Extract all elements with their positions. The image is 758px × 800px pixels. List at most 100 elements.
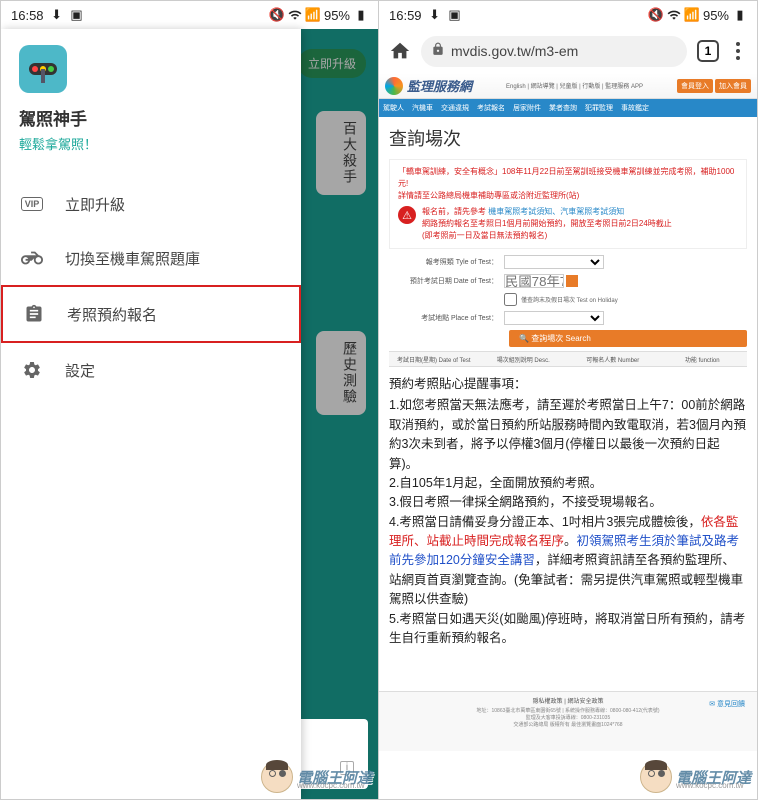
battery-icon: ▮ — [354, 8, 368, 22]
reminder-section: 預約考照貼心提醒事項： 1.如您考照當天無法應考，請至遲於考照當日上午7：00前… — [379, 367, 757, 656]
th-desc: 場次組別說明 Desc. — [479, 355, 569, 364]
menu-label: 考照預約報名 — [67, 304, 157, 325]
app-icon — [19, 45, 67, 93]
nav-item[interactable]: 事故鑑定 — [621, 103, 649, 113]
reminder-item: 2.自105年1月起，全面開放預約考照。 — [389, 474, 747, 493]
signal-icon: 📶 — [685, 8, 699, 22]
th-date: 考試日期(星期) Date of Test — [389, 355, 479, 364]
footer-links[interactable]: 隠私權政策 | 網站安全政策 — [385, 698, 751, 706]
warning-icon: ⚠ — [398, 206, 416, 224]
th-function: 功能 function — [658, 355, 748, 364]
header-links[interactable]: English | 網站導覽 | 兒童版 | 行動版 | 監理服務 APP — [506, 81, 643, 90]
drawer-header: 駕照神手 輕鬆拿駕照！ — [1, 29, 301, 167]
download-icon: ⬇ — [50, 8, 64, 22]
holiday-checkbox[interactable] — [504, 293, 517, 306]
reminder-item: 3.假日考照一律採全網路預約，不接受現場報名。 — [389, 493, 747, 512]
lock-icon — [431, 42, 445, 61]
left-phone-screenshot: 16:58 ⬇ ▣ 🔇 📶 95% ▮ 立即升級 百大殺手 歷史測驗 i 駕 — [1, 1, 379, 799]
page-title: 查詢場次 — [379, 117, 757, 159]
wifi-icon — [288, 8, 302, 22]
reminder-item: 1.如您考照當天無法應考，請至遲於考照當日上午7：00前於網路取消預約，或於當日… — [389, 396, 747, 474]
battery-percent: 95% — [324, 8, 350, 23]
status-bar-right: 16:59 ⬇ ▣ 🔇 📶 95% ▮ — [379, 1, 757, 29]
register-button[interactable]: 加入會員 — [715, 79, 751, 93]
watermark-url: www.kocpc.com.tw — [297, 781, 365, 790]
reminder-item-4: 4.考照當日請備妥身分證正本、1吋相片3張完成體檢後，依各監理所、站截止時間完成… — [389, 513, 747, 610]
app-notification-icon: ▣ — [70, 8, 84, 22]
wifi-icon — [667, 8, 681, 22]
notice-deadline: 網路預約報名至考照日1個月前開始預約，開放至考照日前2日24時截止 (即考照前一… — [422, 218, 672, 242]
th-number: 可報名人數 Number — [568, 355, 658, 364]
url-bar[interactable]: mvdis.gov.tw/m3-em — [421, 36, 687, 67]
status-bar-left: 16:58 ⬇ ▣ 🔇 📶 95% ▮ — [1, 1, 378, 29]
feedback-link[interactable]: ✉ 意見回饋 — [709, 700, 745, 710]
watermark: 電腦王阿達 www.kocpc.com.tw — [261, 761, 372, 793]
holiday-label: 僅查詢末及假日場次 Test on Holiday — [521, 295, 618, 304]
reminder-item: 5.考照當日如遇天災(如颱風)停班時，將取消當日所有預約，請考生自行重新預約報名… — [389, 610, 747, 649]
test-date-input[interactable] — [504, 274, 564, 288]
status-time: 16:58 — [11, 8, 44, 23]
battery-percent: 95% — [703, 8, 729, 23]
nav-item[interactable]: 犯罪監理 — [585, 103, 613, 113]
login-button[interactable]: 會員登入 — [677, 79, 713, 93]
browser-toolbar: mvdis.gov.tw/m3-em 1 — [379, 29, 757, 73]
nav-item[interactable]: 考試報名 — [477, 103, 505, 113]
logo-text: 監理服務網 — [407, 76, 472, 95]
battery-icon: ▮ — [733, 8, 747, 22]
app-subtitle: 輕鬆拿駕照！ — [19, 134, 283, 153]
site-nav: 駕駛人 汽機車 交通違規 考試報名 居家附件 業者查詢 犯罪監理 事故鑑定 — [379, 99, 757, 117]
test-place-select[interactable] — [504, 311, 604, 325]
watermark: 電腦王阿達 www.kocpc.com.tw — [640, 761, 751, 793]
menu-settings[interactable]: 設定 — [1, 343, 301, 397]
form-label-type: 報考照類 Tyle of Test： — [389, 257, 504, 267]
gear-icon — [21, 359, 43, 381]
motorcycle-icon — [21, 247, 43, 269]
logo-icon — [385, 77, 403, 95]
download-icon: ⬇ — [428, 8, 442, 22]
notice-link[interactable]: 機車駕照考試須知、汽車駕照考試須知 — [488, 207, 624, 216]
test-type-select[interactable] — [504, 255, 604, 269]
nav-item[interactable]: 業者查詢 — [549, 103, 577, 113]
navigation-drawer: 駕照神手 輕鬆拿駕照！ VIP 立即升級 切換至機車駕照題庫 考照預約報名 — [1, 29, 301, 799]
site-header: 監理服務網 English | 網站導覽 | 兒童版 | 行動版 | 監理服務 … — [379, 73, 757, 99]
search-button[interactable]: 🔍 查詢場次 Search — [509, 330, 747, 347]
site-logo[interactable]: 監理服務網 — [385, 76, 472, 95]
form-label-date: 預計考試日期 Date of Test： — [389, 276, 504, 286]
notice-box: 「轎車駕訓練，安全有概念」108年11月22日前至駕訓班接受機車駕訓練並完成考照… — [389, 159, 747, 249]
menu-dots-icon[interactable] — [729, 42, 747, 60]
vip-icon: VIP — [21, 193, 43, 215]
signal-icon: 📶 — [306, 8, 320, 22]
webpage-content: 監理服務網 English | 網站導覽 | 兒童版 | 行動版 | 監理服務 … — [379, 73, 757, 799]
tab-switcher[interactable]: 1 — [697, 40, 719, 62]
notice-subsidy: 「轎車駕訓練，安全有概念」108年11月22日前至駕訓班接受機車駕訓練並完成考照… — [398, 166, 738, 202]
results-table-header: 考試日期(星期) Date of Test 場次組別說明 Desc. 可報名人數… — [389, 351, 747, 367]
menu-label: 立即升級 — [65, 194, 125, 215]
nav-item[interactable]: 居家附件 — [513, 103, 541, 113]
clipboard-icon — [23, 303, 45, 325]
calendar-icon[interactable] — [566, 275, 578, 287]
drawer-menu: VIP 立即升級 切換至機車駕照題庫 考照預約報名 設定 — [1, 177, 301, 397]
menu-exam-booking[interactable]: 考照預約報名 — [1, 285, 301, 343]
site-footer: 隠私權政策 | 網站安全政策 地址：10863臺北市萬華區東園街65號 | 系統… — [379, 691, 757, 751]
reminder-title: 預約考照貼心提醒事項： — [389, 375, 747, 394]
status-time: 16:59 — [389, 8, 422, 23]
nav-item[interactable]: 汽機車 — [412, 103, 433, 113]
form-label-place: 考試地點 Place of Test： — [389, 313, 504, 323]
menu-label: 設定 — [65, 360, 95, 381]
search-form: 報考照類 Tyle of Test： 預計考試日期 Date of Test： … — [389, 255, 747, 347]
search-icon: 🔍 — [519, 334, 529, 343]
notice-links-row: 報名前，請先參考 機車駕照考試須知、汽車駕照考試須知 — [422, 206, 672, 218]
right-phone-screenshot: 16:59 ⬇ ▣ 🔇 📶 95% ▮ mvdis.gov.tw/m3-em 1 — [379, 1, 757, 799]
nav-item[interactable]: 交通違規 — [441, 103, 469, 113]
app-notification-icon: ▣ — [448, 8, 462, 22]
mute-icon: 🔇 — [270, 8, 284, 22]
url-text: mvdis.gov.tw/m3-em — [451, 43, 578, 59]
mute-icon: 🔇 — [649, 8, 663, 22]
watermark-url: www.kocpc.com.tw — [676, 781, 744, 790]
app-title: 駕照神手 — [19, 105, 283, 130]
menu-label: 切換至機車駕照題庫 — [65, 248, 200, 269]
menu-upgrade[interactable]: VIP 立即升級 — [1, 177, 301, 231]
nav-item[interactable]: 駕駛人 — [383, 103, 404, 113]
home-icon[interactable] — [389, 40, 411, 62]
menu-switch-bank[interactable]: 切換至機車駕照題庫 — [1, 231, 301, 285]
